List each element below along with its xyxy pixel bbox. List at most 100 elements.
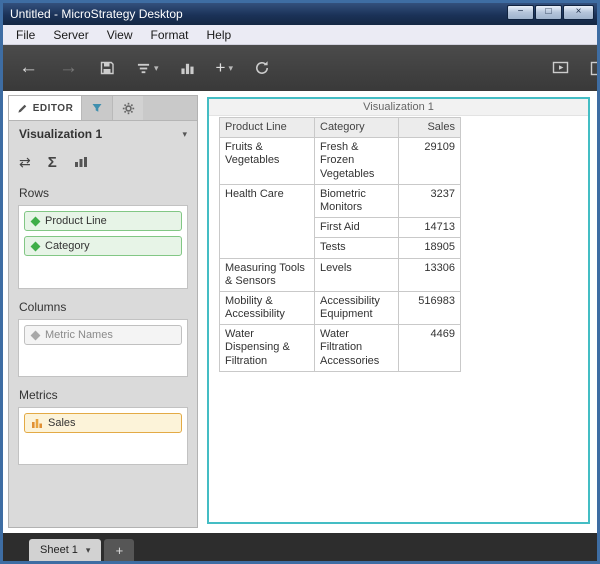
sheet-tab[interactable]: Sheet 1 ▾ — [29, 539, 102, 561]
swap-axes-icon[interactable]: ⇄ — [19, 154, 31, 171]
refresh-icon — [254, 60, 270, 76]
grid-cell: Accessibility Equipment — [314, 290, 399, 326]
chevron-down-icon: ▾ — [228, 62, 233, 73]
close-icon: × — [575, 6, 582, 17]
content-area: EDITOR Visualization 1 ▾ ⇄ Σ Rows Produc… — [3, 91, 597, 533]
metric-names-icon — [30, 330, 41, 340]
grid-cell: Fresh & Frozen Vegetables — [314, 137, 399, 185]
table-row: Water Dispensing & Filtration Water Filt… — [219, 324, 461, 372]
close-button[interactable]: × — [563, 5, 594, 20]
bar-chart-icon — [180, 61, 195, 75]
menu-item-format[interactable]: Format — [141, 28, 197, 42]
grid-cell: Measuring Tools & Sensors — [219, 257, 315, 292]
datasets-button[interactable]: ▾ — [136, 62, 159, 75]
attribute-chip-metric-names[interactable]: Metric Names — [24, 325, 182, 345]
menu-item-file[interactable]: File — [7, 28, 44, 42]
datasets-icon — [136, 62, 151, 75]
visualization-panel[interactable]: Visualization 1 Product Line Category Sa… — [207, 97, 590, 524]
app-window: Untitled - MicroStrategy Desktop − □ × F… — [0, 0, 600, 564]
back-button[interactable]: ← — [19, 57, 38, 79]
visualization-selector[interactable]: Visualization 1 ▾ — [9, 121, 197, 147]
table-row: Mobility & Accessibility Accessibility E… — [219, 290, 461, 326]
grid-cell: First Aid — [314, 217, 399, 239]
minimize-button[interactable]: − — [507, 5, 534, 20]
grid-cell: 14713 — [398, 217, 461, 239]
save-button[interactable] — [99, 60, 115, 76]
tab-filter[interactable] — [81, 96, 112, 120]
table-row: Measuring Tools & Sensors Levels 13306 — [219, 257, 461, 292]
columns-drop-zone[interactable]: Metric Names — [18, 319, 188, 377]
presentation-icon — [552, 61, 569, 76]
window-controls: − □ × — [507, 5, 594, 20]
grid-cell: 18905 — [398, 237, 461, 259]
attribute-chip-product-line[interactable]: Product Line — [24, 211, 182, 231]
presentation-mode-button[interactable] — [552, 61, 569, 76]
column-header-product-line[interactable]: Product Line — [219, 116, 315, 139]
visualization-selector-label: Visualization 1 — [19, 127, 103, 141]
panel-icon — [590, 61, 597, 76]
grid-cell: 516983 — [398, 290, 461, 326]
sheet-tab-label: Sheet 1 — [40, 544, 78, 556]
grid-cell: Tests — [314, 237, 399, 259]
minimize-icon: − — [517, 6, 524, 17]
maximize-button[interactable]: □ — [535, 5, 562, 20]
grid-cell: Water Dispensing & Filtration — [219, 324, 315, 372]
editor-toolbar: ⇄ Σ — [9, 147, 197, 175]
grid-cell: Levels — [314, 257, 399, 292]
rows-section-label: Rows — [19, 186, 50, 200]
grid-table: Product Line Category Sales Fruits & Veg… — [219, 116, 461, 372]
metrics-drop-zone[interactable]: Sales — [18, 407, 188, 465]
insert-element-button[interactable]: + ▾ — [216, 58, 233, 78]
grid-cell: 29109 — [398, 137, 461, 185]
editor-panel: EDITOR Visualization 1 ▾ ⇄ Σ Rows Produc… — [8, 95, 198, 528]
filter-icon — [91, 102, 103, 114]
columns-section-label: Columns — [19, 300, 67, 314]
plus-icon: + — [215, 58, 226, 77]
rows-drop-zone[interactable]: Product Line Category — [18, 205, 188, 289]
menu-item-server[interactable]: Server — [44, 28, 97, 42]
menu-item-help[interactable]: Help — [198, 28, 241, 42]
grid-cell: 4469 — [398, 324, 461, 372]
panel-toggle-button[interactable] — [590, 61, 597, 76]
editor-tab-label: EDITOR — [32, 102, 74, 114]
metric-chip-sales[interactable]: Sales — [24, 413, 182, 433]
add-sheet-button[interactable]: + — [104, 539, 135, 561]
visualization-title[interactable]: Visualization 1 — [209, 99, 588, 116]
chevron-down-icon: ▾ — [182, 128, 187, 139]
column-header-sales[interactable]: Sales — [398, 116, 461, 139]
grid-cell: Fruits & Vegetables — [219, 137, 315, 185]
toolbar: ← → ▾ + ▾ — [3, 45, 597, 91]
metrics-section-label: Metrics — [19, 388, 58, 402]
chip-label: Sales — [48, 417, 76, 429]
sheet-bar: Sheet 1 ▾ + — [3, 533, 597, 561]
chip-label: Category — [45, 240, 90, 252]
save-icon — [99, 60, 115, 76]
refresh-button[interactable] — [254, 60, 270, 76]
maximize-icon: □ — [545, 6, 552, 17]
grid-cell: Water Filtration Accessories — [314, 324, 399, 372]
insert-visualization-button[interactable] — [180, 61, 195, 75]
chip-label: Metric Names — [45, 329, 113, 341]
chip-label: Product Line — [45, 215, 107, 227]
tab-editor[interactable]: EDITOR — [9, 96, 81, 120]
attribute-chip-category[interactable]: Category — [24, 236, 182, 256]
grid-container: Product Line Category Sales Fruits & Veg… — [219, 116, 588, 372]
back-icon: ← — [19, 57, 38, 78]
plus-icon: + — [115, 542, 124, 558]
grid-cell: 3237 — [398, 183, 461, 219]
menu-bar: File Server View Format Help — [3, 25, 597, 45]
column-header-category[interactable]: Category — [314, 116, 399, 139]
attribute-icon — [30, 241, 41, 251]
editor-tabs: EDITOR — [9, 96, 197, 121]
title-bar: Untitled - MicroStrategy Desktop − □ × — [3, 3, 597, 25]
chart-options-icon[interactable] — [74, 156, 88, 168]
grid-cell: Mobility & Accessibility — [219, 290, 315, 326]
menu-item-view[interactable]: View — [98, 28, 142, 42]
totals-icon[interactable]: Σ — [48, 154, 57, 171]
tab-settings[interactable] — [112, 96, 143, 120]
attribute-icon — [30, 216, 41, 226]
forward-button[interactable]: → — [59, 57, 78, 79]
toolbar-right-group — [552, 61, 597, 76]
chevron-down-icon: ▾ — [154, 62, 159, 73]
grid-cell: Health Care — [219, 183, 315, 259]
